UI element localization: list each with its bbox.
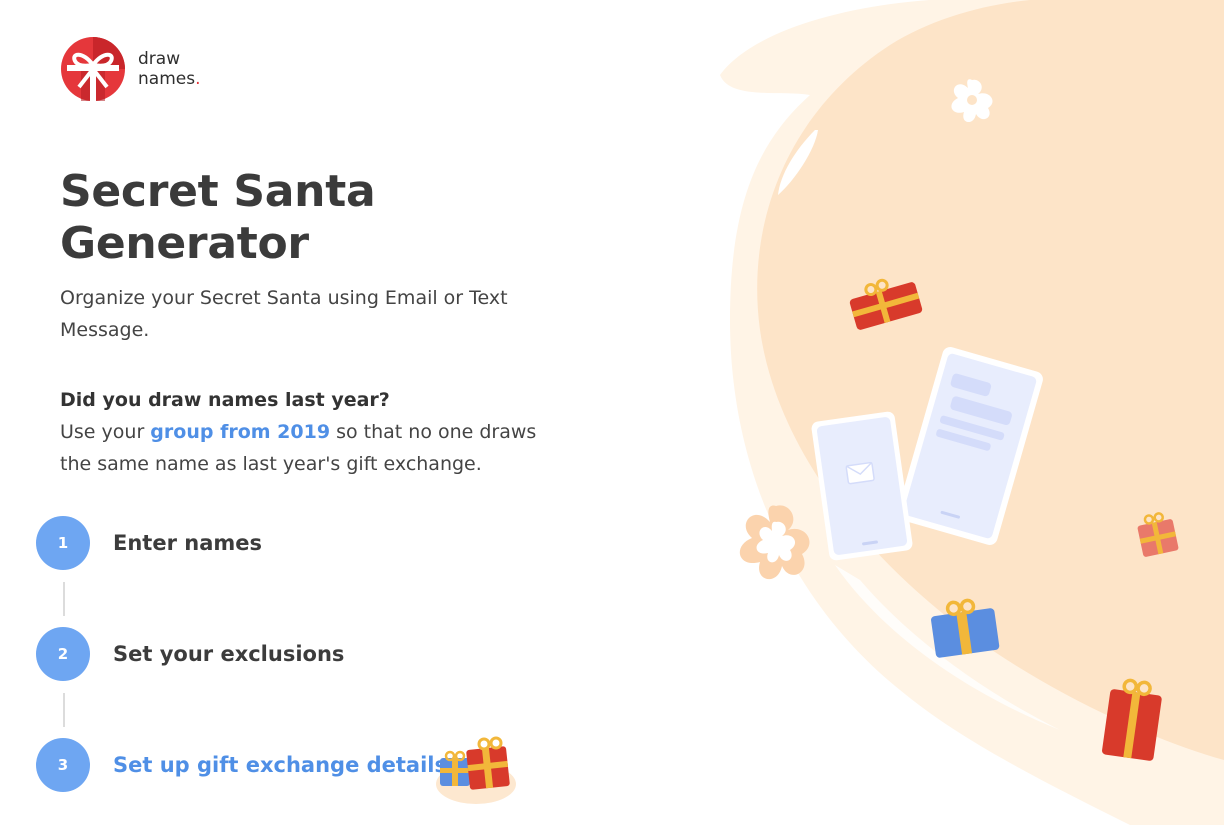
- step-label-3: Set up gift exchange details: [113, 753, 448, 777]
- gifts-and-phones-illustration: [720, 0, 1224, 825]
- logo-line-2: names.: [138, 69, 200, 89]
- page-subtitle: Organize your Secret Santa using Email o…: [60, 287, 508, 341]
- step-number-2: 2: [36, 627, 90, 681]
- step-label-2: Set your exclusions: [113, 642, 345, 666]
- step-gift-exchange-details[interactable]: 3 Set up gift exchange details: [36, 738, 447, 792]
- page-title: Secret Santa Generator: [60, 166, 480, 270]
- step-number-3: 3: [36, 738, 90, 792]
- step-number-1: 1: [36, 516, 90, 570]
- logo-line-2-text: names: [138, 69, 196, 89]
- step-connector: [63, 582, 65, 616]
- step-connector: [63, 693, 65, 727]
- last-year-prompt: Did you draw names last year? Use your g…: [60, 384, 540, 480]
- gift-bow-logo-icon: [61, 37, 125, 101]
- step-enter-names[interactable]: 1 Enter names: [36, 516, 262, 570]
- step-set-exclusions[interactable]: 2 Set your exclusions: [36, 627, 344, 681]
- page: draw names. Secret Santa Generator Organ…: [0, 0, 1224, 825]
- logo-link[interactable]: draw names.: [61, 37, 200, 101]
- last-year-question: Did you draw names last year?: [60, 389, 390, 411]
- logo-dot: .: [195, 69, 201, 89]
- gift-boxes-icon: [436, 736, 516, 804]
- prompt-text-before: Use your: [60, 421, 151, 443]
- step-label-1: Enter names: [113, 531, 262, 555]
- logo-line-1: draw: [138, 49, 181, 69]
- page-title-line-2: Generator: [60, 218, 309, 269]
- group-from-2019-link[interactable]: group from 2019: [150, 421, 330, 443]
- page-title-line-1: Secret Santa: [60, 166, 376, 217]
- logo-wordmark: draw names.: [138, 49, 200, 89]
